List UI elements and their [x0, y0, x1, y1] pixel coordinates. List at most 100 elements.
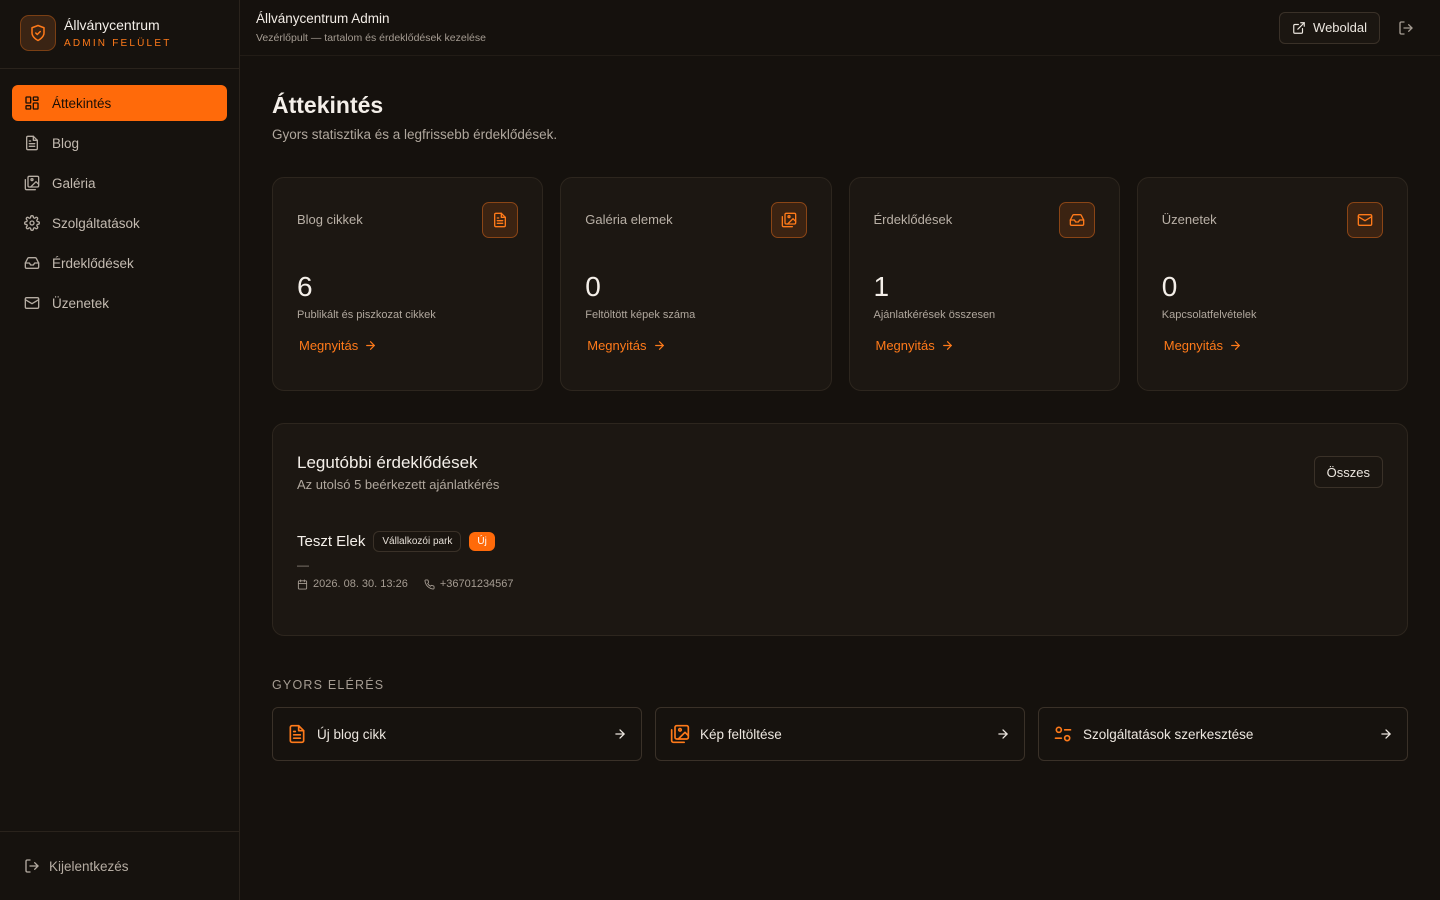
topbar-subtitle: Vezérlőpult — tartalom és érdeklődések k… [256, 32, 486, 44]
logout-icon [1398, 20, 1414, 36]
quick-edit-services-button[interactable]: Szolgáltatások szerkesztése [1038, 707, 1408, 761]
stat-label: Blog cikkek [297, 212, 363, 227]
sidebar-item-label: Galéria [52, 175, 96, 191]
quick-label: Új blog cikk [317, 726, 387, 742]
calendar-icon [297, 578, 308, 590]
document-icon [287, 724, 307, 744]
stat-value: 0 [585, 271, 601, 302]
logout-icon [24, 858, 40, 874]
brand-name: Állványcentrum [64, 17, 160, 33]
stat-card-messages: Üzenetek 0 Kapcsolatfelvételek Megnyitás [1136, 177, 1408, 391]
recent-inquiries-card: Legutóbbi érdeklődések Az utolsó 5 beérk… [272, 423, 1408, 636]
brand-subtitle: ADMIN FELÜLET [64, 38, 172, 49]
sidebar-item-label: Üzenetek [52, 295, 110, 311]
arrow-right-icon [1229, 339, 1242, 352]
open-link-label: Megnyitás [875, 338, 935, 353]
document-icon [482, 202, 519, 238]
inquiry-name: Teszt Elek [297, 533, 366, 550]
sidebar-item-uzenetek[interactable]: Üzenetek [12, 285, 227, 321]
stats-grid: Blog cikkek 6 Publikált és piszkozat cik… [272, 177, 1408, 391]
logout-label: Kijelentkezés [49, 858, 129, 874]
quick-label: Kép feltöltése [700, 726, 782, 742]
inquiry-note: — [297, 558, 309, 572]
inquiry-phone: +36701234567 [439, 578, 514, 590]
arrow-right-icon [1379, 727, 1393, 741]
sidebar: Állványcentrum ADMIN FELÜLET Áttekintés … [0, 0, 240, 900]
stat-card-inquiries: Érdeklődések 1 Ajánlatkérések összesen M… [848, 177, 1120, 391]
stat-label: Érdeklődések [873, 212, 953, 227]
category-badge: Vállalkozói park [373, 531, 462, 552]
page-subtitle: Gyors statisztika és a legfrissebb érdek… [272, 127, 558, 142]
logout-button[interactable]: Kijelentkezés [24, 858, 129, 874]
sidebar-item-label: Blog [52, 135, 80, 151]
stat-card-blog: Blog cikkek 6 Publikált és piszkozat cik… [272, 177, 544, 391]
phone-icon [424, 578, 435, 590]
sidebar-item-label: Áttekintés [52, 95, 112, 111]
topbar-title: Állványcentrum Admin [256, 11, 390, 26]
logout-icon-button[interactable] [1396, 18, 1416, 38]
quick-upload-image-button[interactable]: Kép feltöltése [655, 707, 1025, 761]
dashboard-icon [24, 95, 40, 111]
recent-title: Legutóbbi érdeklődések [297, 453, 478, 472]
content: Áttekintés Gyors statisztika és a legfri… [240, 56, 1440, 761]
open-link-label: Megnyitás [1163, 338, 1223, 353]
website-button-label: Weboldal [1313, 20, 1367, 35]
shield-logo-icon [20, 15, 56, 51]
arrow-right-icon [653, 339, 666, 352]
stat-description: Kapcsolatfelvételek [1161, 309, 1257, 321]
open-link[interactable]: Megnyitás [587, 338, 665, 353]
stat-description: Feltöltött képek száma [585, 309, 696, 321]
stat-value: 1 [873, 271, 890, 302]
mail-icon [24, 295, 40, 311]
stat-description: Ajánlatkérések összesen [873, 309, 996, 321]
quick-new-blog-button[interactable]: Új blog cikk [272, 707, 642, 761]
sidebar-item-galeria[interactable]: Galéria [12, 165, 227, 201]
stat-label: Galéria elemek [585, 212, 673, 227]
website-button[interactable]: Weboldal [1279, 11, 1380, 44]
sidebar-item-erdeklodesek[interactable]: Érdeklődések [12, 245, 227, 281]
arrow-right-icon [941, 339, 954, 352]
sidebar-item-attekintes[interactable]: Áttekintés [12, 85, 227, 121]
arrow-right-icon [364, 339, 377, 352]
sidebar-item-label: Érdeklődések [52, 255, 134, 271]
open-link-label: Megnyitás [587, 338, 647, 353]
quick-access-heading: GYORS ELÉRÉS [272, 678, 385, 692]
status-badge: Új [469, 532, 495, 551]
inbox-icon [24, 255, 40, 271]
inbox-icon [1058, 202, 1095, 238]
stat-value: 0 [1161, 271, 1178, 302]
quick-access-row: Új blog cikk Kép feltöltése Szolgáltatás… [272, 707, 1408, 761]
open-link[interactable]: Megnyitás [299, 338, 377, 353]
gear-icon [24, 215, 40, 231]
arrow-right-icon [996, 727, 1010, 741]
mail-icon [1347, 202, 1383, 238]
stat-card-gallery: Galéria elemek 0 Feltöltött képek száma … [560, 177, 832, 391]
sidebar-item-szolgaltatasok[interactable]: Szolgáltatások [12, 205, 227, 241]
gallery-icon [770, 202, 807, 238]
gallery-icon [670, 724, 690, 744]
page-title: Áttekintés [272, 92, 384, 118]
open-link-label: Megnyitás [299, 338, 359, 353]
stat-value: 6 [297, 271, 313, 302]
open-link[interactable]: Megnyitás [1164, 338, 1242, 353]
sliders-icon [1053, 724, 1073, 744]
main-area: Állványcentrum Admin Vezérlőpult — tarta… [240, 0, 1440, 900]
open-link[interactable]: Megnyitás [876, 338, 954, 353]
inquiry-item[interactable]: Teszt Elek Vállalkozói park Új — 2026. 0… [297, 531, 1383, 590]
recent-subtitle: Az utolsó 5 beérkezett ajánlatkérés [297, 477, 500, 492]
sidebar-item-blog[interactable]: Blog [12, 125, 227, 161]
inquiry-date: 2026. 08. 30. 13:26 [313, 578, 408, 590]
all-inquiries-button[interactable]: Összes [1313, 456, 1383, 488]
stat-description: Publikált és piszkozat cikkek [297, 309, 436, 321]
external-link-icon [1292, 21, 1306, 35]
document-icon [24, 135, 40, 151]
sidebar-item-label: Szolgáltatások [52, 215, 140, 231]
stat-label: Üzenetek [1161, 212, 1217, 227]
sidebar-nav: Áttekintés Blog Galéria Szolgáltatások É… [0, 69, 239, 831]
topbar: Állványcentrum Admin Vezérlőpult — tarta… [240, 0, 1440, 56]
brand: Állványcentrum ADMIN FELÜLET [0, 0, 239, 69]
sidebar-footer: Kijelentkezés [0, 831, 239, 900]
gallery-icon [24, 175, 40, 191]
quick-label: Szolgáltatások szerkesztése [1083, 726, 1254, 742]
arrow-right-icon [613, 727, 627, 741]
